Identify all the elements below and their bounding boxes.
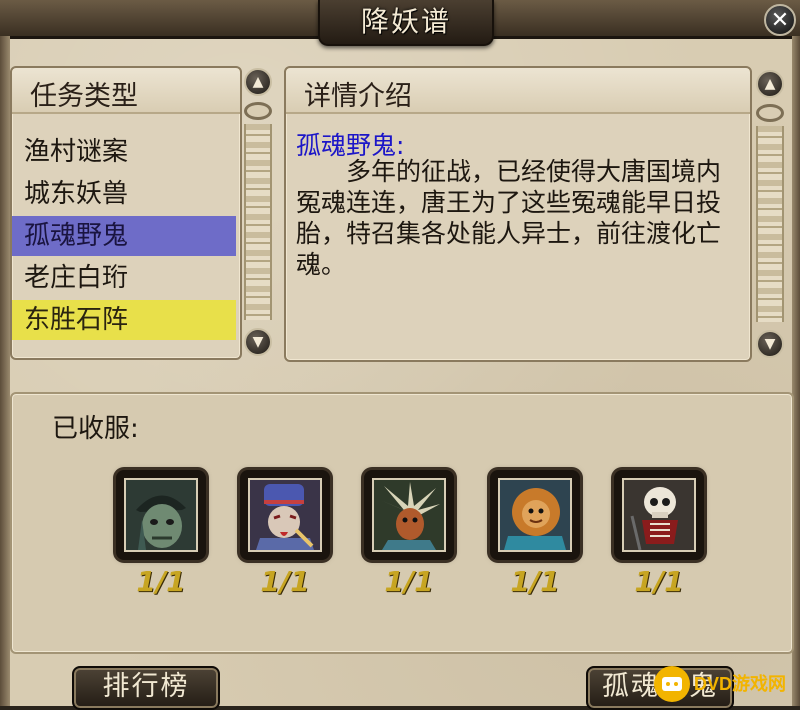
task-type-item[interactable]: 渔村谜案 xyxy=(12,132,236,172)
swirl-ornament-icon xyxy=(756,104,784,122)
window-title: 降妖谱 xyxy=(360,5,451,38)
monster-count: 1/1 xyxy=(384,565,434,598)
task-type-header: 任务类型 xyxy=(12,68,240,114)
monster-slot[interactable] xyxy=(240,470,330,560)
close-button[interactable]: ✕ xyxy=(764,4,796,36)
monster-slot[interactable] xyxy=(490,470,580,560)
feathered-demon-portrait-icon xyxy=(372,478,446,552)
task-type-item-highlighted[interactable]: 东胜石阵 xyxy=(12,300,236,340)
task-type-list: 渔村谜案 城东妖兽 孤魂野鬼 老庄白珩 东胜石阵 xyxy=(12,132,236,342)
monster-slot[interactable] xyxy=(364,470,454,560)
caught-label: 已收服: xyxy=(52,414,139,444)
fret-pattern-ornament xyxy=(756,126,784,322)
task-type-item[interactable]: 老庄白珩 xyxy=(12,258,236,298)
task-type-item[interactable]: 城东妖兽 xyxy=(12,174,236,214)
skeleton-ghost-portrait-icon xyxy=(622,478,696,552)
ranking-button[interactable]: 排行榜 xyxy=(72,666,220,710)
monster-slot[interactable] xyxy=(614,470,704,560)
swirl-ornament-icon xyxy=(244,102,272,120)
monster-slot[interactable] xyxy=(116,470,206,560)
detail-header-title: 详情介绍 xyxy=(304,81,412,112)
close-icon: ✕ xyxy=(770,8,790,33)
detail-header: 详情介绍 xyxy=(286,68,750,114)
fret-pattern-ornament xyxy=(244,124,272,320)
scroll-down-icon[interactable]: ▼ xyxy=(756,330,784,358)
monster-count: 1/1 xyxy=(136,565,186,598)
scroll-down-icon[interactable]: ▼ xyxy=(244,328,272,356)
detail-description: 多年的征战，已经使得大唐国境内冤魂连连，唐王为了这些冤魂能早日投胎，特召集各处能… xyxy=(296,157,722,279)
scroll-up-icon[interactable]: ▲ xyxy=(756,70,784,98)
monster-count: 1/1 xyxy=(260,565,310,598)
monster-count: 1/1 xyxy=(510,565,560,598)
lion-beast-portrait-icon xyxy=(498,478,572,552)
demon-compendium-window: 降妖谱 ✕ 任务类型 渔村谜案 城东妖兽 孤魂野鬼 老庄白珩 东胜石阵 ▲ ▼ … xyxy=(0,0,800,710)
window-title-plate: 降妖谱 xyxy=(318,0,494,46)
scroll-up-icon[interactable]: ▲ xyxy=(244,68,272,96)
task-type-item-selected[interactable]: 孤魂野鬼 xyxy=(12,216,236,256)
ghost-official-portrait-icon xyxy=(248,478,322,552)
ghost-zombie-portrait-icon xyxy=(124,478,198,552)
monster-count: 1/1 xyxy=(634,565,684,598)
site-watermark: DVD游戏网 xyxy=(648,660,798,706)
svg-text:DVD游戏网: DVD游戏网 xyxy=(694,673,786,694)
window-frame-left xyxy=(0,36,10,706)
task-type-scrollbar[interactable]: ▲ ▼ xyxy=(244,66,272,358)
detail-scrollbar[interactable]: ▲ ▼ xyxy=(756,66,784,360)
task-type-title: 任务类型 xyxy=(30,81,138,112)
